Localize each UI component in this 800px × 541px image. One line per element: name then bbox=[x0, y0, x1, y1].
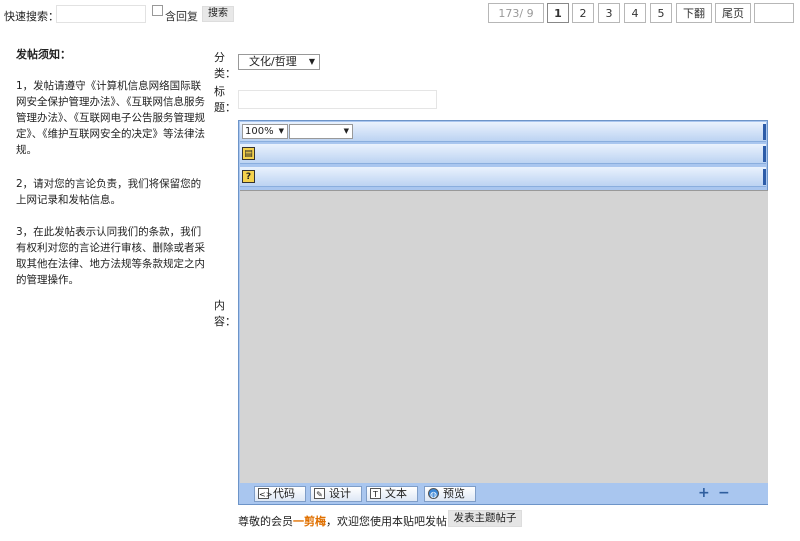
notice-paragraph-1: 1，发帖请遵守《计算机信息网络国际联网安全保护管理办法》、《互联网信息服务管理办… bbox=[16, 80, 205, 156]
page-link-4[interactable]: 4 bbox=[624, 3, 646, 23]
notice-paragraph-3: 3，在此发帖表示认同我们的条款，我们有权利对您的言论进行审核、删除或者采取其他在… bbox=[16, 226, 205, 286]
page-link-1[interactable]: 1 bbox=[547, 3, 569, 23]
welcome-message: 尊敬的会员一剪梅，欢迎您使用本贴吧发帖! bbox=[238, 513, 451, 529]
member-name[interactable]: 一剪梅 bbox=[293, 515, 326, 528]
last-page-button[interactable]: 尾页 bbox=[715, 3, 751, 23]
page-jump-input[interactable] bbox=[754, 3, 794, 23]
toolbar-handle-icon[interactable]: ▤ bbox=[242, 147, 255, 160]
page-link-5[interactable]: 5 bbox=[650, 3, 672, 23]
text-mode-label: 文本 bbox=[385, 487, 407, 500]
category-select[interactable]: 文化/哲理 ▼ bbox=[238, 54, 320, 70]
next-page-button[interactable]: 下翻 bbox=[676, 3, 712, 23]
design-mode-button[interactable]: ✎ 设计 bbox=[310, 486, 362, 502]
code-mode-label: 代码 bbox=[273, 487, 295, 500]
toolbar-endcap bbox=[763, 146, 766, 162]
font-select[interactable]: ▼ bbox=[289, 124, 353, 139]
page-link-2[interactable]: 2 bbox=[572, 3, 594, 23]
include-replies-checkbox[interactable] bbox=[152, 5, 163, 16]
preview-mode-button[interactable]: ◍ 预览 bbox=[424, 486, 476, 502]
title-input[interactable] bbox=[238, 90, 437, 109]
editor-toolbar-row-1: 100% ▼ ▼ bbox=[240, 122, 766, 142]
shrink-minus-icon[interactable]: − bbox=[718, 486, 730, 500]
chevron-down-icon: ▼ bbox=[308, 57, 315, 66]
text-mode-button[interactable]: T 文本 bbox=[366, 486, 418, 502]
toolbar-endcap bbox=[763, 124, 766, 140]
preview-mode-label: 预览 bbox=[443, 487, 465, 500]
editor-mode-bar: <> 代码 ✎ 设计 T 文本 ◍ 预览 + − bbox=[240, 483, 768, 504]
chevron-down-icon: ▼ bbox=[278, 127, 284, 135]
title-label: 标题： bbox=[214, 85, 236, 114]
post-topic-button[interactable]: 发表主题帖子 bbox=[448, 510, 522, 527]
toolbar-endcap bbox=[763, 169, 766, 185]
toolbar-handle-icon[interactable]: ? bbox=[242, 170, 255, 183]
notice-title: 发帖须知： bbox=[16, 48, 71, 61]
page-info: 173/ 9 bbox=[488, 3, 544, 23]
notice-paragraph-2: 2，请对您的言论负责，我们将保留您的上网记录和发帖信息。 bbox=[16, 178, 202, 206]
welcome-suffix: ，欢迎您使用本贴吧发帖! bbox=[326, 515, 452, 528]
editor-content-area[interactable] bbox=[240, 190, 768, 483]
content-label: 内容： bbox=[214, 299, 236, 328]
design-icon: ✎ bbox=[314, 488, 325, 499]
code-icon: <> bbox=[258, 488, 273, 499]
quick-search-label: 快速搜索： bbox=[4, 10, 59, 23]
zoom-select-value: 100% bbox=[245, 126, 274, 137]
editor-toolbar-row-3: ? bbox=[240, 167, 766, 187]
chevron-down-icon: ▼ bbox=[343, 127, 349, 135]
text-icon: T bbox=[370, 488, 381, 499]
expand-plus-icon[interactable]: + bbox=[698, 486, 710, 500]
include-replies-label: 含回复 bbox=[165, 10, 198, 23]
rich-text-editor: 100% ▼ ▼ ▤ ? <> 代码 ✎ 设计 T 文本 ◍ 预览 + − bbox=[238, 120, 768, 505]
category-select-value: 文化/哲理 bbox=[249, 55, 297, 68]
editor-toolbar-row-2: ▤ bbox=[240, 144, 766, 164]
welcome-prefix: 尊敬的会员 bbox=[238, 515, 293, 528]
quick-search-input[interactable] bbox=[56, 5, 146, 23]
search-button[interactable]: 搜索 bbox=[202, 6, 234, 22]
design-mode-label: 设计 bbox=[329, 487, 351, 500]
zoom-select[interactable]: 100% ▼ bbox=[242, 124, 288, 139]
globe-icon: ◍ bbox=[428, 488, 439, 499]
page-link-3[interactable]: 3 bbox=[598, 3, 620, 23]
code-mode-button[interactable]: <> 代码 bbox=[254, 486, 306, 502]
category-label: 分类： bbox=[214, 51, 236, 80]
